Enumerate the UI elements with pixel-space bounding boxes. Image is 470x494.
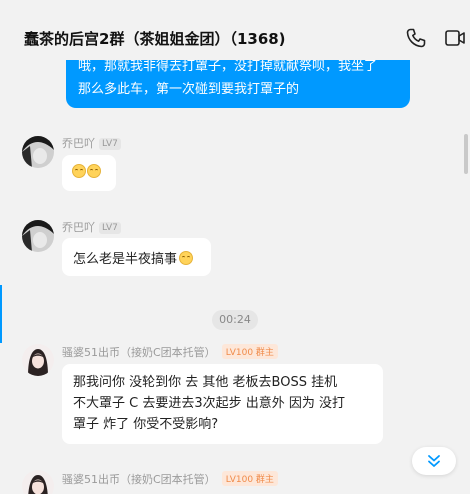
message-text: 不大罩子 C 去要进去3次起步 出意外 因为 没打 bbox=[73, 396, 346, 411]
window-edge-accent bbox=[0, 285, 2, 343]
sender-name: 骚婆51出币（接奶C团本托管） LV100 群主 bbox=[62, 344, 278, 360]
message-text: 那我问你 没轮到你 去 其他 老板去BOSS 挂机 bbox=[73, 375, 338, 390]
grin-emoji-icon bbox=[87, 164, 101, 178]
level-badge: LV7 bbox=[99, 222, 121, 234]
message-bubble[interactable] bbox=[62, 155, 116, 191]
sender-name: 乔巴吖 LV7 bbox=[62, 219, 121, 235]
sender-label: 骚婆51出币（接奶C团本托管） bbox=[62, 346, 216, 359]
chat-title: 蠢茶的后宫2群（茶姐姐金团）（1368) bbox=[24, 30, 286, 48]
own-message-bubble[interactable]: 哦，那就我非得去打罩子，没打掉就献祭呗，我坐了 那么多此车，第一次碰到要我打罩子… bbox=[66, 60, 410, 108]
phone-icon[interactable] bbox=[404, 26, 428, 50]
avatar[interactable] bbox=[22, 136, 54, 168]
sweat-emoji-icon bbox=[179, 251, 194, 265]
sender-name: 骚婆51出币（接奶C团本托管） LV100 群主 bbox=[62, 471, 278, 487]
message-text: 哦，那就我非得去打罩子，没打掉就献祭呗，我坐了 bbox=[78, 60, 378, 74]
chat-header: 蠢茶的后宫2群（茶姐姐金团）（1368) bbox=[0, 0, 470, 60]
avatar[interactable] bbox=[22, 344, 54, 376]
timestamp-divider: 00:24 bbox=[212, 310, 258, 330]
owner-badge: LV100 群主 bbox=[221, 344, 278, 359]
sender-label: 乔巴吖 bbox=[62, 137, 95, 150]
scroll-to-bottom-button[interactable] bbox=[412, 447, 456, 475]
sender-label: 乔巴吖 bbox=[62, 221, 95, 234]
message-text: 罩子 炸了 你受不受影响? bbox=[73, 417, 219, 432]
sender-label: 骚婆51出币（接奶C团本托管） bbox=[62, 473, 216, 486]
message-list[interactable]: 哦，那就我非得去打罩子，没打掉就献祭呗，我坐了 那么多此车，第一次碰到要我打罩子… bbox=[0, 60, 470, 494]
message-text: 那么多此车，第一次碰到要我打罩子的 bbox=[78, 82, 300, 97]
avatar[interactable] bbox=[22, 220, 54, 252]
scrollbar-thumb[interactable] bbox=[464, 134, 468, 174]
video-icon[interactable] bbox=[443, 26, 467, 50]
double-chevron-down-icon bbox=[428, 455, 440, 467]
grin-emoji-icon bbox=[72, 164, 86, 178]
owner-badge: LV100 群主 bbox=[221, 471, 278, 486]
sender-name: 乔巴吖 LV7 bbox=[62, 135, 121, 151]
message-bubble[interactable]: 那我问你 没轮到你 去 其他 老板去BOSS 挂机 不大罩子 C 去要进去3次起… bbox=[62, 364, 383, 444]
message-bubble[interactable]: 怎么老是半夜搞事 bbox=[62, 238, 211, 276]
avatar[interactable] bbox=[22, 470, 54, 494]
message-text: 怎么老是半夜搞事 bbox=[73, 252, 178, 267]
level-badge: LV7 bbox=[99, 138, 121, 150]
